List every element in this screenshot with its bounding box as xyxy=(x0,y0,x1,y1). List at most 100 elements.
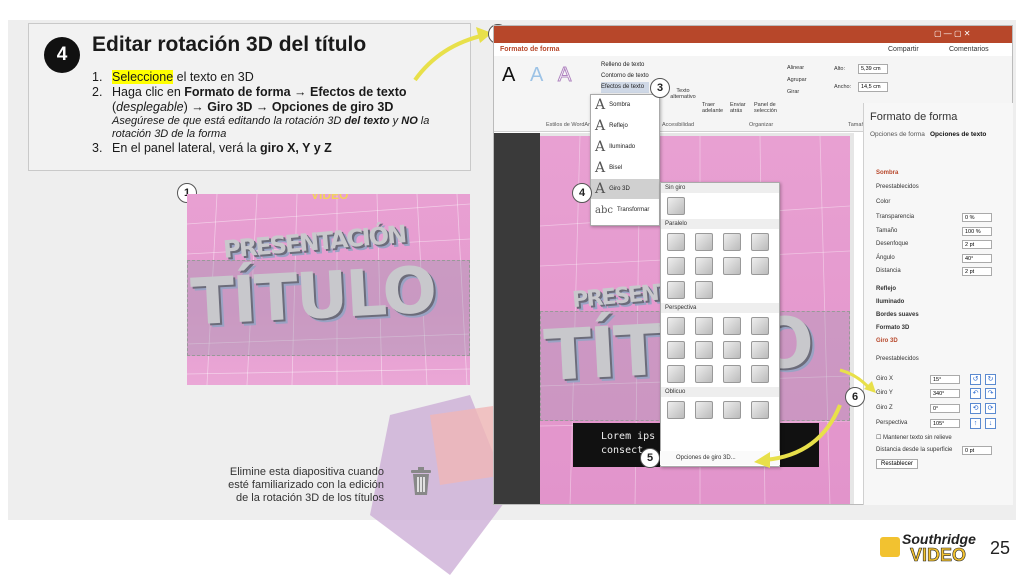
rotate-up-icon[interactable]: ↶ xyxy=(970,388,981,399)
menu-item-reflection[interactable]: A Reflejo xyxy=(591,116,659,137)
preset-perspective[interactable] xyxy=(723,341,741,359)
width-input[interactable]: 14,5 cm xyxy=(858,82,888,92)
distance-surface-label: Distancia desde la superficie xyxy=(876,447,953,453)
text-effects-button[interactable]: Efectos de texto xyxy=(601,82,649,93)
selection-pane-button[interactable]: Panel de selección xyxy=(754,102,782,114)
rotate-left-icon[interactable]: ↺ xyxy=(970,374,981,385)
instruction-item-3: 3. En el panel lateral, verá la giro X, … xyxy=(92,141,332,155)
section-format-3d[interactable]: Formato 3D xyxy=(876,325,909,331)
preset-perspective[interactable] xyxy=(667,317,685,335)
preset-parallel[interactable] xyxy=(667,281,685,299)
rotate-cw-icon[interactable]: ⟳ xyxy=(985,403,996,414)
preset-oblique[interactable] xyxy=(667,401,685,419)
rotation-3d-icon: A xyxy=(595,181,606,197)
section-shadow[interactable]: Sombra xyxy=(876,170,898,176)
preset-parallel[interactable] xyxy=(723,257,741,275)
menu-item-bevel[interactable]: A Bisel xyxy=(591,158,659,179)
distance-surface-input[interactable]: 0 pt xyxy=(962,446,992,455)
preset-oblique[interactable] xyxy=(695,401,713,419)
height-label: Alto: xyxy=(834,66,846,72)
decorative-polygons xyxy=(370,395,510,575)
rot-y-input[interactable]: 340° xyxy=(930,389,960,398)
rotate-button[interactable]: Girar xyxy=(787,86,807,98)
group-button[interactable]: Agrupar xyxy=(787,74,807,86)
section-glow[interactable]: Iluminado xyxy=(876,299,904,305)
wordart-style-2[interactable]: A xyxy=(530,64,543,87)
tab-shape-options[interactable]: Opciones de forma xyxy=(870,131,925,138)
transform-icon: abc xyxy=(595,204,613,216)
preset-parallel[interactable] xyxy=(723,233,741,251)
align-button[interactable]: Alinear xyxy=(787,62,807,74)
rot-x-input[interactable]: 15° xyxy=(930,375,960,384)
title-preview-image[interactable]: VIDEO PRESENTACIÓN TÍTULO xyxy=(187,194,470,385)
preset-parallel[interactable] xyxy=(695,233,713,251)
instruction-item-2: 2. Haga clic en Formato de forma → Efect… xyxy=(92,85,407,114)
logo-camera-icon xyxy=(880,537,900,557)
tab-text-options[interactable]: Opciones de texto xyxy=(930,131,986,138)
share-button[interactable]: Compartir xyxy=(888,46,919,53)
preset-parallel[interactable] xyxy=(751,257,769,275)
alt-text-button[interactable]: Texto alternativo xyxy=(670,88,696,100)
narrow-icon[interactable]: ↑ xyxy=(970,418,981,429)
wordart-style-1[interactable]: A xyxy=(502,64,515,87)
preset-parallel[interactable] xyxy=(695,281,713,299)
rotate-right-icon[interactable]: ↻ xyxy=(985,374,996,385)
bring-forward-button[interactable]: Traer adelante xyxy=(702,102,726,114)
preset-perspective[interactable] xyxy=(751,365,769,383)
preset-perspective[interactable] xyxy=(751,341,769,359)
menu-item-3d-rotation[interactable]: A Giro 3D xyxy=(591,179,659,200)
perspective-input[interactable]: 105° xyxy=(930,419,960,428)
blur-input[interactable]: 2 pt xyxy=(962,240,992,249)
window-controls-icon[interactable]: ▢ — ▢ ✕ xyxy=(934,29,971,38)
preset-perspective[interactable] xyxy=(723,317,741,335)
comments-button[interactable]: Comentarios xyxy=(949,46,989,53)
preset-perspective[interactable] xyxy=(751,317,769,335)
preset-perspective[interactable] xyxy=(695,317,713,335)
preset-perspective[interactable] xyxy=(667,365,685,383)
preset-parallel[interactable] xyxy=(751,233,769,251)
menu-item-transform[interactable]: abc Transformar xyxy=(591,200,659,221)
widen-icon[interactable]: ↓ xyxy=(985,418,996,429)
rot-y-label: Giro Y xyxy=(876,390,893,396)
preset-perspective[interactable] xyxy=(667,341,685,359)
preset-perspective[interactable] xyxy=(695,341,713,359)
reset-button[interactable]: Restablecer xyxy=(876,459,919,469)
text-fill-button[interactable]: Relleno de texto xyxy=(601,60,649,71)
preset-no-rotation[interactable] xyxy=(667,197,685,215)
rotate-down-icon[interactable]: ↷ xyxy=(985,388,996,399)
glow-icon: A xyxy=(595,139,606,155)
section-soft-edges[interactable]: Bordes suaves xyxy=(876,312,919,318)
distance-input[interactable]: 2 pt xyxy=(962,267,992,276)
tab-format-shape[interactable]: Formato de forma xyxy=(500,46,560,53)
text-format-menu: Relleno de texto Contorno de texto Efect… xyxy=(601,60,649,93)
text-outline-button[interactable]: Contorno de texto xyxy=(601,71,649,82)
size-label: Tamaño xyxy=(876,228,898,234)
wordart-style-3[interactable]: A xyxy=(557,64,571,87)
ppt-titlebar: ▢ — ▢ ✕ xyxy=(494,26,1012,43)
preset-parallel[interactable] xyxy=(695,257,713,275)
rotate-ccw-icon[interactable]: ⟲ xyxy=(970,403,981,414)
transparency-input[interactable]: 0 % xyxy=(962,213,992,222)
menu-item-glow[interactable]: A Iluminado xyxy=(591,137,659,158)
preset-parallel[interactable] xyxy=(667,257,685,275)
perspective-label: Perspectiva xyxy=(876,420,908,426)
height-input[interactable]: 5,39 cm xyxy=(858,64,888,74)
section-reflection[interactable]: Reflejo xyxy=(876,286,896,292)
preset-perspective[interactable] xyxy=(695,365,713,383)
preset-perspective[interactable] xyxy=(723,365,741,383)
send-back-button[interactable]: Enviar atrás xyxy=(730,102,752,114)
trash-icon[interactable] xyxy=(409,467,433,495)
menu-item-shadow[interactable]: A Sombra xyxy=(591,95,659,116)
accessibility-label: Accesibilidad xyxy=(662,122,695,128)
delete-note: Elimine esta diapositiva cuando esté fam… xyxy=(228,466,384,504)
page-number: 25 xyxy=(990,538,1011,558)
angle-input[interactable]: 40° xyxy=(962,254,992,263)
keep-flat-checkbox[interactable]: ☐ Mantener texto sin relieve xyxy=(876,434,952,441)
angle-label: Ángulo xyxy=(876,255,895,261)
preset-oblique[interactable] xyxy=(723,401,741,419)
section-rotation-3d[interactable]: Giro 3D xyxy=(876,338,898,344)
preset-parallel[interactable] xyxy=(667,233,685,251)
instruction-title: Editar rotación 3D del título xyxy=(92,33,367,56)
rot-z-input[interactable]: 0° xyxy=(930,404,960,413)
size-input[interactable]: 100 % xyxy=(962,227,992,236)
